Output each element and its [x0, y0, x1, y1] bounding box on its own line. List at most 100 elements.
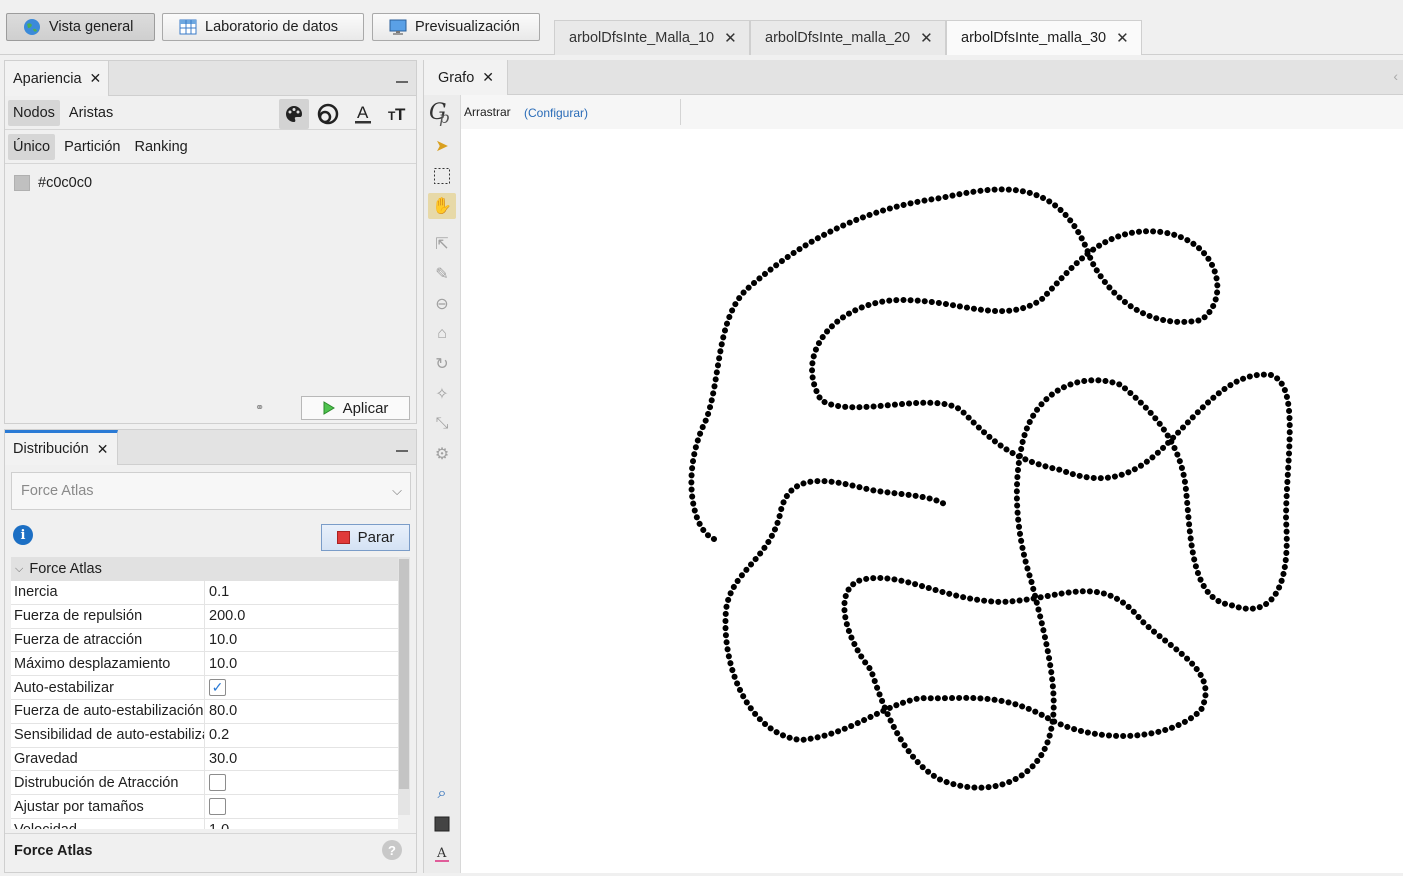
tab-ranking[interactable]: Ranking	[130, 134, 193, 160]
minimize-icon[interactable]	[396, 81, 408, 83]
appearance-tab[interactable]: Apariencia ✕	[5, 61, 109, 96]
label-color-icon[interactable]: A	[348, 99, 378, 129]
properties-section-header[interactable]: ⌵ Force Atlas	[11, 557, 398, 581]
globe-icon	[23, 18, 41, 36]
property-row[interactable]: Sensibilidad de auto-estabilización0.2	[11, 723, 398, 748]
data-laboratory-button[interactable]: Laboratorio de datos	[162, 13, 364, 41]
property-row[interactable]: Gravedad 30.0	[11, 747, 398, 772]
drag-hand-icon[interactable]: ✋	[428, 193, 456, 219]
property-checkbox[interactable]: ✓	[209, 679, 226, 697]
heat-map-icon[interactable]: ⌂	[428, 321, 456, 347]
layout-header: Distribución ✕	[5, 430, 416, 465]
info-icon[interactable]: i	[13, 525, 33, 545]
help-icon[interactable]: ?	[382, 840, 402, 860]
close-icon[interactable]: ✕	[920, 29, 933, 47]
workspace-tab-malla-20[interactable]: arbolDfsInte_malla_20 ✕	[750, 20, 946, 55]
zoom-fit-icon[interactable]: ⌕	[428, 781, 456, 807]
property-value[interactable]: 0.2	[205, 724, 398, 747]
property-value[interactable]: 80.0	[205, 700, 398, 723]
label-color-icon[interactable]: A	[428, 841, 456, 867]
property-value[interactable]: 0.1	[205, 581, 398, 604]
shortest-path-icon[interactable]: ↻	[428, 351, 456, 377]
graph-title: Grafo	[438, 69, 475, 86]
property-row[interactable]: Fuerza de auto-estabilización 80.0	[11, 699, 398, 724]
property-value[interactable]: 30.0	[205, 748, 398, 771]
property-value[interactable]: 1.0	[205, 819, 398, 829]
close-icon[interactable]: ✕	[724, 29, 737, 47]
svg-text:A: A	[357, 103, 369, 122]
palette-icon[interactable]	[279, 99, 309, 129]
graph-visualization[interactable]	[461, 129, 1403, 873]
divider	[5, 833, 416, 834]
divider	[680, 99, 681, 125]
property-row[interactable]: Inercia 0.1	[11, 581, 398, 605]
rectangle-select-icon[interactable]	[428, 163, 456, 189]
workspace-tab-malla-30[interactable]: arbolDfsInte_malla_30 ✕	[946, 20, 1142, 55]
property-checkbox[interactable]	[209, 774, 226, 792]
tab-unique[interactable]: Único	[8, 133, 56, 160]
property-checkbox-cell[interactable]	[205, 771, 398, 794]
property-name: Distrubución de Atracción	[11, 771, 205, 795]
property-value[interactable]: 200.0	[205, 605, 398, 628]
configure-link[interactable]: (Configurar)	[524, 106, 588, 120]
close-icon[interactable]: ✕	[482, 69, 494, 86]
close-icon[interactable]: ✕	[1116, 29, 1129, 47]
properties-rows: Inercia 0.1 Fuerza de repulsión 200.0 Fuerza…	[11, 581, 398, 829]
add-node-icon[interactable]: ✧	[428, 381, 456, 407]
background-color-icon[interactable]	[428, 811, 456, 837]
apply-button[interactable]: Aplicar	[301, 396, 410, 420]
graph-tab[interactable]: Grafo ✕	[424, 60, 508, 95]
property-row[interactable]: Distrubución de Atracción	[11, 771, 398, 796]
properties-scrollbar[interactable]	[398, 557, 410, 815]
preview-button[interactable]: Previsualización	[372, 13, 540, 41]
property-row[interactable]: Velocidad1.0	[11, 818, 398, 829]
top-toolbar: Vista general Laboratorio de datos Previ…	[0, 0, 1403, 55]
property-value[interactable]: 10.0	[205, 629, 398, 652]
pointer-help-icon[interactable]: ⇱	[428, 231, 456, 257]
property-checkbox[interactable]	[209, 798, 226, 816]
scrollbar-thumb[interactable]	[399, 559, 409, 789]
play-icon	[323, 401, 335, 415]
minimize-icon[interactable]	[396, 450, 408, 452]
layout-tab[interactable]: Distribución ✕	[5, 430, 118, 465]
property-row[interactable]: Fuerza de repulsión 200.0	[11, 604, 398, 629]
property-row[interactable]: Ajustar por tamaños	[11, 795, 398, 819]
size-icon[interactable]	[313, 99, 343, 129]
workspace-tab-label: arbolDfsInte_malla_30	[961, 30, 1107, 46]
tab-edges[interactable]: Aristas	[64, 100, 118, 126]
select-pointer-icon[interactable]: ➤	[428, 133, 456, 159]
property-row[interactable]: Auto-estabilizar ✓	[11, 676, 398, 700]
property-name: Fuerza de repulsión	[11, 604, 205, 628]
property-value[interactable]: 10.0	[205, 652, 398, 675]
property-checkbox-cell[interactable]	[205, 795, 398, 818]
close-icon[interactable]: ✕	[97, 441, 109, 458]
overview-button[interactable]: Vista general	[6, 13, 155, 41]
property-name: Ajustar por tamaños	[11, 795, 205, 818]
graph-tool-options: Arrastrar (Configurar)	[461, 95, 1403, 129]
svg-text:T: T	[395, 105, 406, 124]
appearance-header: Apariencia ✕	[5, 61, 416, 96]
color-swatch[interactable]	[14, 175, 30, 191]
tab-nodes[interactable]: Nodos	[8, 99, 60, 126]
property-row[interactable]: Máximo desplazamiento 10.0	[11, 652, 398, 677]
property-checkbox-cell[interactable]: ✓	[205, 676, 398, 699]
chevron-left-icon[interactable]: ‹	[1393, 68, 1398, 84]
gephi-logo-icon: Gp	[428, 97, 456, 127]
property-row[interactable]: Fuerza de atracción 10.0	[11, 628, 398, 653]
property-name: Velocidad	[11, 818, 205, 829]
stop-button[interactable]: Parar	[321, 524, 410, 551]
link-icon[interactable]: ⚭	[255, 401, 264, 414]
layout-algorithm-select[interactable]: Force Atlas ⌵	[11, 472, 411, 510]
monitor-icon	[389, 18, 407, 36]
graph-canvas[interactable]	[461, 129, 1403, 873]
add-edge-icon[interactable]: ⤡	[428, 411, 456, 437]
edit-node-icon[interactable]: ⚙	[428, 441, 456, 467]
painter-icon[interactable]: ✎	[428, 261, 456, 287]
workspace-tab-malla-10[interactable]: arbolDfsInte_Malla_10 ✕	[554, 20, 750, 55]
label-size-icon[interactable]: TT	[383, 99, 413, 129]
graph-header: Grafo ✕ ‹	[424, 60, 1403, 95]
color-mode-tabs: Único Partición Ranking	[5, 130, 416, 164]
close-icon[interactable]: ✕	[90, 70, 102, 87]
tab-partition[interactable]: Partición	[59, 134, 125, 160]
sizer-icon[interactable]: ⊖	[428, 291, 456, 317]
